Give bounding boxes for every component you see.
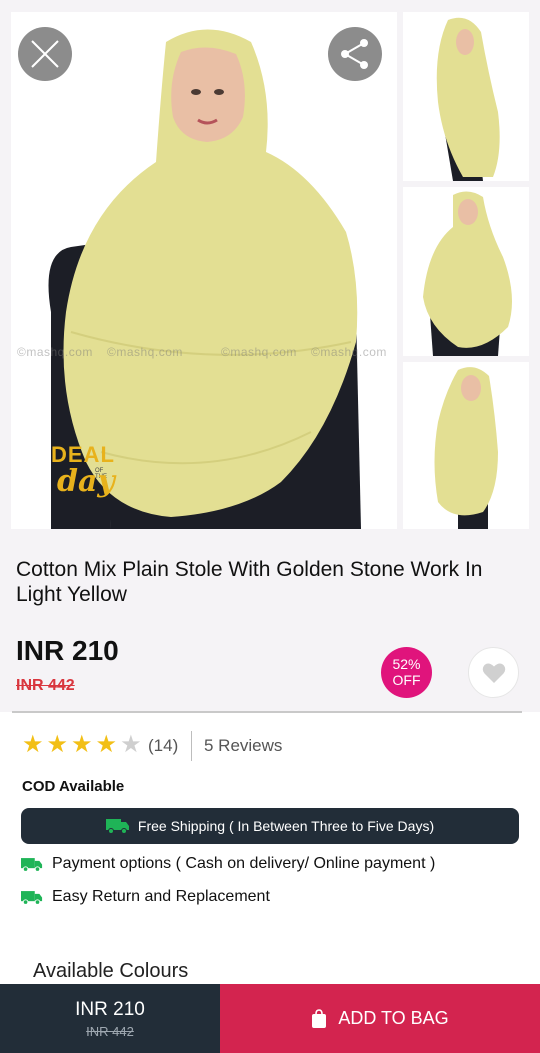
discount-percent: 52% <box>392 656 421 672</box>
free-shipping-banner: Free Shipping ( In Between Three to Five… <box>21 808 519 844</box>
product-mrp: INR 442 <box>16 677 75 694</box>
product-price: INR 210 <box>16 635 119 666</box>
main-product-image[interactable]: ©mashq.com ©mashq.com ©mashq.com ©mashq.… <box>11 12 397 529</box>
payment-options-text: Payment options ( Cash on delivery/ Onli… <box>52 855 436 872</box>
easy-return-text: Easy Return and Replacement <box>52 888 270 905</box>
thumbnail-image-2[interactable] <box>403 187 529 356</box>
star-rating[interactable]: ★ ★ ★ ★ ★ <box>22 733 142 757</box>
reviews-link[interactable]: 5 Reviews <box>204 736 282 756</box>
thumbnail-image-1[interactable] <box>403 12 529 181</box>
star-full-icon: ★ <box>71 731 93 758</box>
shopping-bag-icon <box>312 1008 327 1028</box>
product-title: Cotton Mix Plain Stole With Golden Stone… <box>16 558 483 606</box>
truck-icon <box>21 857 43 872</box>
rating-count: (14) <box>148 736 179 755</box>
cod-available-label: COD Available <box>22 778 125 795</box>
bottom-mrp: INR 442 <box>86 1024 134 1039</box>
close-icon <box>31 40 59 68</box>
product-gallery-area: ©mashq.com ©mashq.com ©mashq.com ©mashq.… <box>0 0 540 712</box>
truck-icon <box>105 819 129 834</box>
thumbnail-model-angle <box>434 367 498 529</box>
wishlist-button[interactable] <box>468 647 519 698</box>
bottom-price-panel: INR 210 INR 442 <box>0 984 220 1053</box>
free-shipping-text: Free Shipping ( In Between Three to Five… <box>137 818 435 834</box>
thumbnail-model-side <box>436 17 500 181</box>
easy-return-row: Easy Return and Replacement <box>21 888 270 906</box>
discount-label: OFF <box>392 672 421 688</box>
bottom-price: INR 210 <box>75 999 145 1020</box>
share-button[interactable] <box>328 27 382 81</box>
share-icon <box>341 39 368 69</box>
bottom-action-bar: INR 210 INR 442 ADD TO BAG <box>0 984 540 1053</box>
watermark-text: ©mashq.com <box>17 345 93 359</box>
add-to-bag-label: ADD TO BAG <box>338 1008 449 1028</box>
watermark-text: ©mashq.com <box>107 345 183 359</box>
available-colours-heading: Available Colours <box>33 960 189 982</box>
section-divider <box>12 711 522 713</box>
thumbnail-model-front <box>423 191 512 356</box>
truck-icon <box>21 890 43 905</box>
star-empty-icon: ★ <box>120 731 142 758</box>
watermark-text: ©mashq.com <box>311 345 387 359</box>
add-to-bag-button[interactable]: ADD TO BAG <box>220 984 540 1053</box>
watermark-text: ©mashq.com <box>221 345 297 359</box>
close-button[interactable] <box>18 27 72 81</box>
discount-badge: 52% OFF <box>381 647 432 698</box>
thumbnail-image-3[interactable] <box>403 362 529 529</box>
star-full-icon: ★ <box>46 731 69 758</box>
payment-options-row: Payment options ( Cash on delivery/ Onli… <box>21 855 435 873</box>
deal-day: day <box>57 464 115 499</box>
star-full-icon: ★ <box>22 731 44 758</box>
star-full-icon: ★ <box>95 731 118 758</box>
rating-separator <box>191 731 192 761</box>
heart-icon <box>482 663 505 683</box>
deal-of-the-day-badge: DEAL OF THE day <box>51 442 115 499</box>
